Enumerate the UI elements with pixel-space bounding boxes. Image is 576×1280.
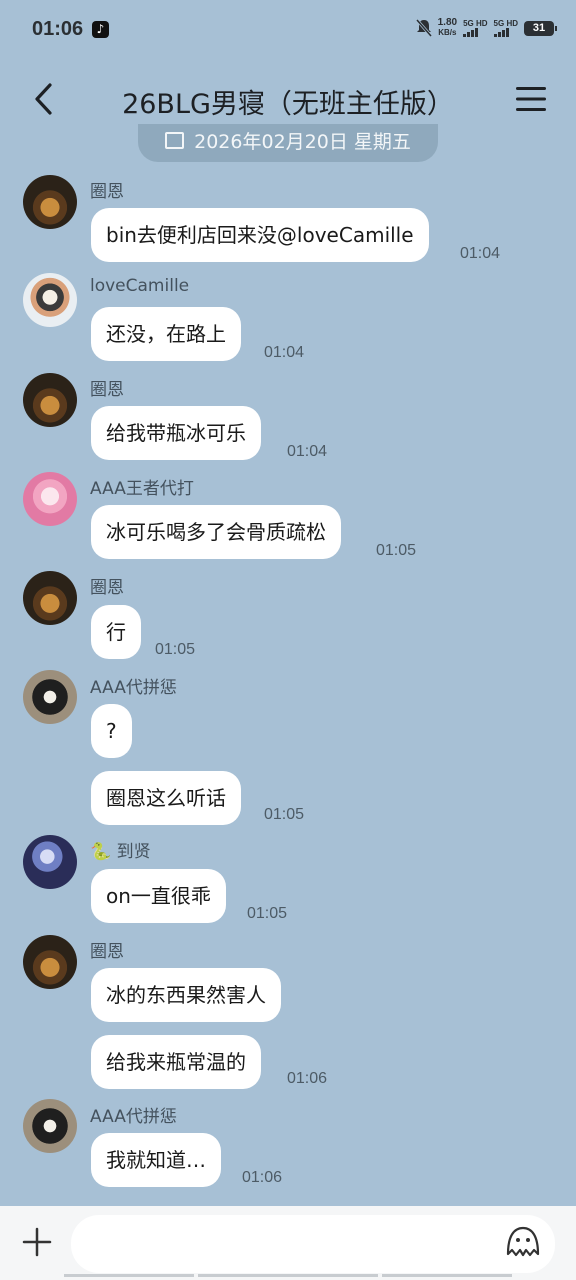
signal-2: 5G HD [493, 19, 518, 37]
message-bubble[interactable]: 给我带瓶冰可乐 [91, 406, 261, 460]
message-bubble[interactable]: ? [91, 704, 132, 758]
tiktok-icon: ♪ [92, 21, 109, 38]
sender-name: 🐍 到贤 [90, 842, 151, 862]
plus-icon[interactable] [22, 1227, 52, 1257]
date-divider: 2026年02月20日 星期五 [138, 124, 438, 162]
status-time: 01:06 [32, 18, 84, 40]
avatar[interactable] [23, 670, 77, 724]
message-time: 01:06 [287, 1070, 328, 1087]
status-bar: 01:06 ♪ 1.80 KB/s 5G HD 5G HD 31 [0, 0, 576, 60]
sender-name: 圈恩 [90, 380, 124, 400]
message-time: 01:04 [264, 344, 305, 361]
message-bubble[interactable]: on一直很乖 [91, 869, 226, 923]
avatar[interactable] [23, 1099, 77, 1153]
message-time: 01:05 [376, 542, 417, 559]
avatar[interactable] [23, 571, 77, 625]
network-speed: 1.80 KB/s [437, 17, 458, 38]
nav-indicator [382, 1274, 512, 1277]
message-time: 01:05 [247, 905, 288, 922]
emoji-icon[interactable] [504, 1224, 542, 1262]
sender-name: 圈恩 [90, 182, 124, 202]
status-indicators: 1.80 KB/s 5G HD 5G HD 31 [415, 17, 557, 38]
nav-indicator [64, 1274, 194, 1277]
message-bubble[interactable]: 冰可乐喝多了会骨质疏松 [91, 505, 341, 559]
signal-1: 5G HD [463, 19, 488, 37]
message-time: 01:05 [264, 806, 305, 823]
sender-name: loveCamille [90, 276, 190, 296]
battery-icon: 31 [524, 20, 557, 36]
message-bubble[interactable]: 还没，在路上 [91, 307, 241, 361]
avatar[interactable] [23, 373, 77, 427]
message-bubble[interactable]: 冰的东西果然害人 [91, 968, 281, 1022]
message-input[interactable] [71, 1215, 555, 1273]
message-time: 01:04 [287, 443, 328, 460]
avatar[interactable] [23, 935, 77, 989]
avatar[interactable] [23, 835, 77, 889]
message-bubble[interactable]: 给我来瓶常温的 [91, 1035, 261, 1089]
message-bubble[interactable]: bin去便利店回来没@loveCamille [91, 208, 429, 262]
avatar[interactable] [23, 273, 77, 327]
sender-name: 圈恩 [90, 578, 124, 598]
message-time: 01:05 [155, 641, 196, 658]
message-bubble[interactable]: 我就知道… [91, 1133, 221, 1187]
input-bar [0, 1206, 576, 1280]
avatar[interactable] [23, 175, 77, 229]
sender-name: AAA代拼惩 [90, 678, 177, 698]
sender-name: 圈恩 [90, 942, 124, 962]
sender-name: AAA代拼惩 [90, 1107, 177, 1127]
nav-indicator [198, 1274, 378, 1277]
avatar[interactable] [23, 472, 77, 526]
chat-title: 26BLG男寝（无班主任版） [122, 89, 454, 120]
menu-icon[interactable] [516, 86, 546, 112]
message-bubble[interactable]: 行 [91, 605, 141, 659]
sender-name: AAA王者代打 [90, 479, 194, 499]
message-time: 01:04 [460, 245, 501, 262]
message-bubble[interactable]: 圈恩这么听话 [91, 771, 241, 825]
mute-bell-icon [415, 19, 432, 37]
message-time: 01:06 [242, 1169, 283, 1186]
calendar-icon [165, 132, 185, 149]
